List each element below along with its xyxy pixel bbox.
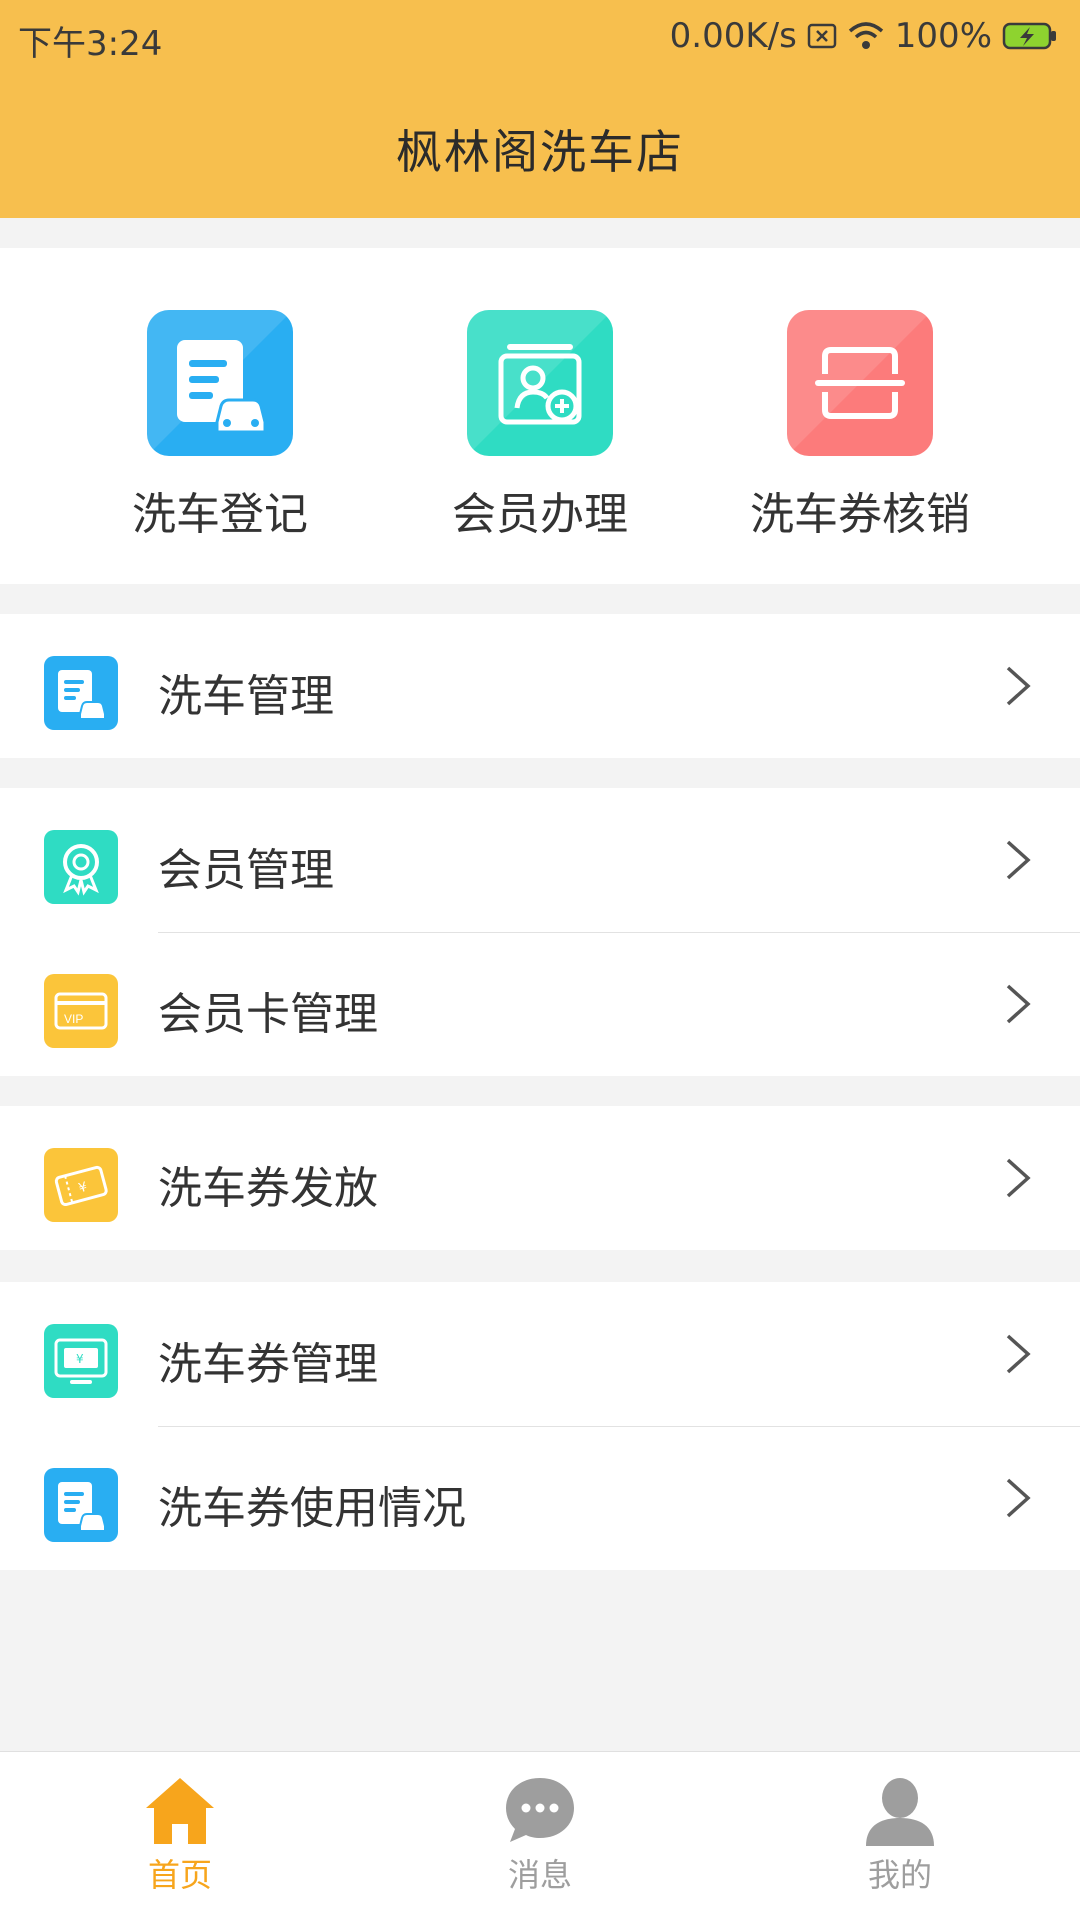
scan-icon — [787, 310, 933, 456]
tab-label: 消息 — [507, 1856, 572, 1894]
member-add-icon — [467, 310, 613, 456]
sim-off-icon — [807, 23, 837, 49]
wash-register-icon — [147, 310, 293, 456]
vip-card-icon: VIP — [44, 974, 118, 1048]
battery-percent: 100% — [894, 16, 992, 56]
tab-mine[interactable]: 我的 — [800, 1752, 1000, 1920]
chevron-right-icon — [1006, 984, 1031, 1024]
battery-charging-icon — [1002, 21, 1058, 51]
menu-item-coupon-usage[interactable]: 洗车券使用情况 — [0, 1426, 1080, 1570]
menu-item-label: 洗车券管理 — [158, 1339, 378, 1390]
menu-item-label: 洗车券使用情况 — [158, 1483, 466, 1534]
menu-group-coupon: ¥ 洗车券管理 洗车券使用情况 — [0, 1282, 1080, 1570]
wifi-icon — [847, 21, 885, 51]
chevron-right-icon — [1006, 1334, 1031, 1374]
coupon-monitor-icon: ¥ — [44, 1324, 118, 1398]
bottom-tab-bar: 首页 消息 我的 — [0, 1751, 1080, 1920]
chevron-right-icon — [1006, 666, 1031, 706]
status-time: 下午3:24 — [18, 24, 163, 64]
menu-item-label: 会员卡管理 — [158, 989, 378, 1040]
app-header: 下午3:24 0.00K/s 100% 枫林阁洗车店 — [0, 0, 1080, 218]
home-icon — [146, 1778, 214, 1844]
svg-text:¥: ¥ — [77, 1180, 89, 1197]
quick-action-coupon-verify[interactable]: 洗车券核销 — [730, 310, 990, 542]
quick-actions: 洗车登记 会员办理 洗车券核销 — [0, 248, 1080, 584]
wash-register-icon — [44, 1468, 118, 1542]
menu-item-wash-management[interactable]: 洗车管理 — [0, 614, 1080, 758]
menu-item-label: 洗车管理 — [158, 671, 334, 722]
chevron-right-icon — [1006, 1158, 1031, 1198]
status-indicators: 0.00K/s 100% — [670, 14, 1058, 58]
quick-action-label: 洗车券核销 — [750, 489, 970, 540]
coupon-ticket-icon: ¥ — [44, 1148, 118, 1222]
menu-group-member: 会员管理 VIP 会员卡管理 — [0, 788, 1080, 1076]
menu-item-label: 会员管理 — [158, 845, 334, 896]
menu-item-coupon-issue[interactable]: ¥ 洗车券发放 — [0, 1106, 1080, 1250]
quick-action-wash-register[interactable]: 洗车登记 — [90, 310, 350, 542]
member-badge-icon — [44, 830, 118, 904]
quick-action-label: 会员办理 — [452, 489, 628, 540]
page-title: 枫林阁洗车店 — [396, 125, 684, 179]
chevron-right-icon — [1006, 840, 1031, 880]
status-bar: 下午3:24 0.00K/s 100% — [0, 0, 1080, 76]
menu-group-wash: 洗车管理 — [0, 614, 1080, 758]
quick-action-member-register[interactable]: 会员办理 — [410, 310, 670, 542]
tab-label: 我的 — [867, 1856, 932, 1894]
menu-item-coupon-management[interactable]: ¥ 洗车券管理 — [0, 1282, 1080, 1426]
menu-item-member-management[interactable]: 会员管理 — [0, 788, 1080, 932]
user-icon — [866, 1778, 934, 1846]
menu-group-coupon-issue: ¥ 洗车券发放 — [0, 1106, 1080, 1250]
svg-text:VIP: VIP — [64, 1012, 83, 1026]
network-speed: 0.00K/s — [669, 16, 797, 56]
menu-item-label: 洗车券发放 — [158, 1163, 378, 1214]
tab-messages[interactable]: 消息 — [440, 1752, 640, 1920]
chat-bubble-icon — [506, 1778, 574, 1842]
tab-label: 首页 — [147, 1856, 212, 1894]
wash-register-icon — [44, 656, 118, 730]
quick-action-label: 洗车登记 — [132, 489, 308, 540]
svg-text:¥: ¥ — [76, 1352, 84, 1366]
menu-item-member-card-management[interactable]: VIP 会员卡管理 — [0, 932, 1080, 1076]
tab-home[interactable]: 首页 — [80, 1752, 280, 1920]
chevron-right-icon — [1006, 1478, 1031, 1518]
